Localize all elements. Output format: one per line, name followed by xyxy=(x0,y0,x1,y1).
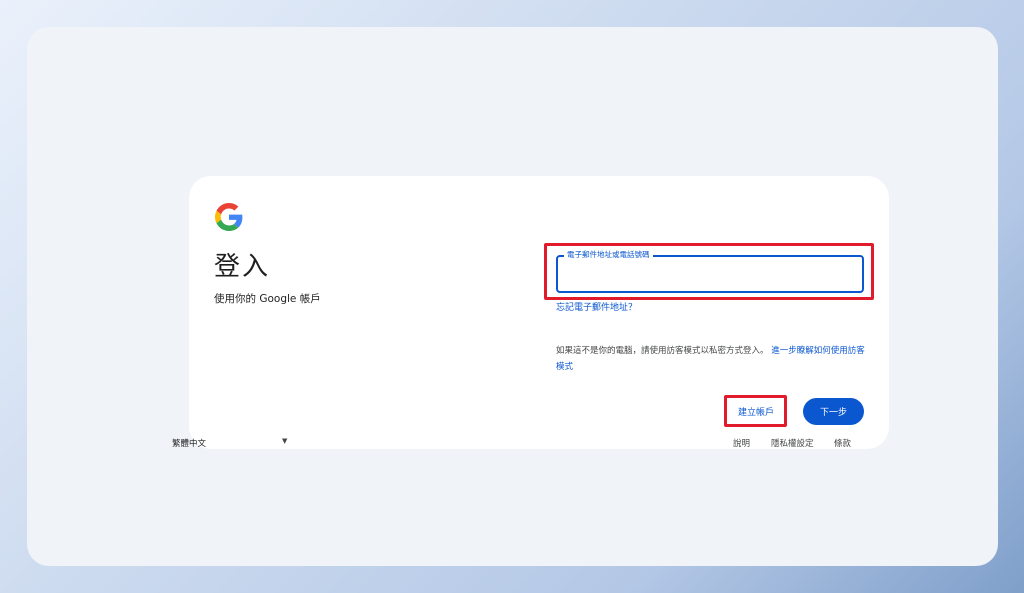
page-subtitle: 使用你的 Google 帳戶 xyxy=(214,293,321,305)
caret-down-icon: ▼ xyxy=(282,437,288,445)
window-frame: 登入 使用你的 Google 帳戶 電子郵件地址或電話號碼 忘記電子郵件地址？ … xyxy=(27,27,998,566)
google-logo-icon xyxy=(215,203,243,231)
footer: 繁體中文 ▼ 說明 隱私權設定 條款 xyxy=(162,437,862,453)
email-field[interactable]: 電子郵件地址或電話號碼 xyxy=(556,249,864,293)
forgot-email-link[interactable]: 忘記電子郵件地址？ xyxy=(556,300,637,313)
language-selector[interactable]: 繁體中文 ▼ xyxy=(172,437,290,451)
privacy-link[interactable]: 隱私權設定 xyxy=(771,437,814,449)
guest-mode-text: 如果這不是你的電腦，請使用訪客模式以私密方式登入。 xyxy=(556,346,769,356)
guest-mode-notice: 如果這不是你的電腦，請使用訪客模式以私密方式登入。 進一步瞭解如何使用訪客模式 xyxy=(556,343,868,375)
help-link[interactable]: 說明 xyxy=(733,437,750,449)
page-title: 登入 xyxy=(214,252,271,282)
terms-link[interactable]: 條款 xyxy=(834,437,851,449)
language-label: 繁體中文 xyxy=(172,439,207,449)
next-button[interactable]: 下一步 xyxy=(803,398,864,425)
signin-card: 登入 使用你的 Google 帳戶 電子郵件地址或電話號碼 忘記電子郵件地址？ … xyxy=(189,176,889,449)
email-input[interactable] xyxy=(558,257,862,291)
create-account-button[interactable]: 建立帳戶 xyxy=(730,400,782,422)
